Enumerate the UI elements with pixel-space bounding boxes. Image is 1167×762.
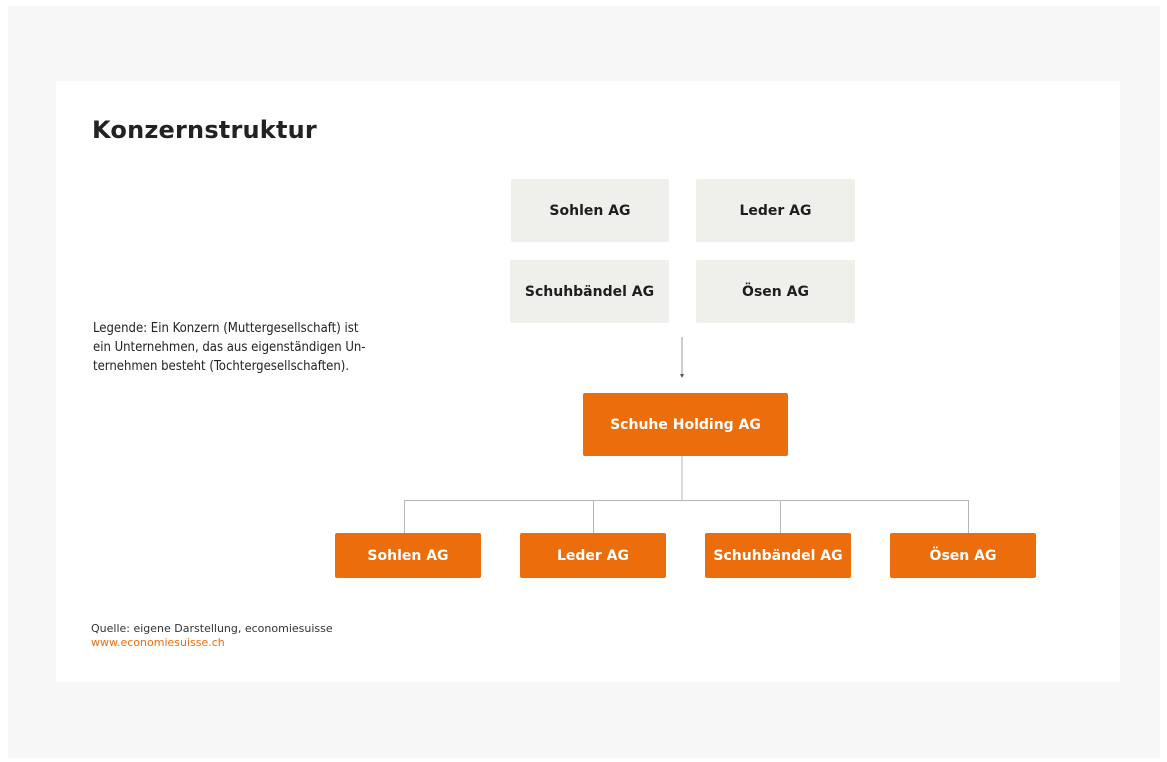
company-box-sohlen: Sohlen AG [511, 179, 669, 242]
subsidiary-label: Leder AG [556, 547, 630, 564]
source-text: Quelle: eigene Darstellung, economiesuis… [91, 622, 333, 635]
company-box-oesen: Ösen AG [696, 260, 855, 323]
subsidiary-box-schuhbaendel: Schuhbändel AG [705, 533, 851, 578]
holding-box: Schuhe Holding AG [583, 393, 788, 456]
source-link[interactable]: www.economiesuisse.ch [91, 636, 333, 650]
company-label: Sohlen AG [549, 202, 631, 219]
subsidiary-label: Schuhbändel AG [713, 547, 843, 564]
company-label: Ösen AG [742, 283, 809, 300]
holding-label: Schuhe Holding AG [610, 416, 761, 433]
legend-line: Legende: Ein Konzern (Muttergesellschaft… [93, 321, 359, 336]
subsidiary-box-oesen: Ösen AG [890, 533, 1036, 578]
subsidiary-label: Ösen AG [929, 547, 997, 564]
diagram-card [56, 81, 1120, 682]
subsidiary-box-leder: Leder AG [520, 533, 666, 578]
source-note: Quelle: eigene Darstellung, economiesuis… [91, 622, 333, 650]
company-label: Leder AG [739, 202, 812, 219]
company-box-leder: Leder AG [696, 179, 855, 242]
legend-line: ternehmen besteht (Tochtergesellschaften… [93, 359, 350, 374]
legend-line: ein Unternehmen, das aus eigenständigen … [93, 340, 366, 355]
company-label: Schuhbändel AG [524, 283, 655, 300]
legend-text: Legende: Ein Konzern (Muttergesellschaft… [93, 319, 413, 376]
company-box-schuhbaendel: Schuhbändel AG [510, 260, 669, 323]
subsidiary-label: Sohlen AG [367, 547, 449, 564]
subsidiary-box-sohlen: Sohlen AG [335, 533, 481, 578]
page-title: Konzernstruktur [92, 116, 317, 144]
